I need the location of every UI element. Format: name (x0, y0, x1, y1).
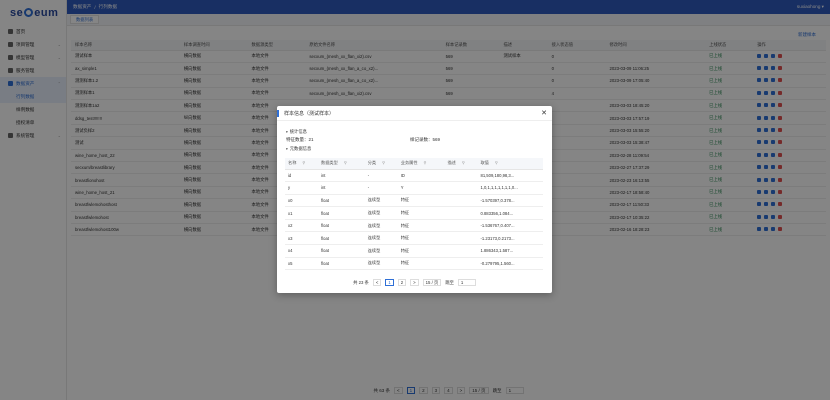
modal-header: 样本信息（测试样本） ✕ (277, 106, 552, 121)
meta-cell (444, 219, 478, 233)
meta-cell: x0 (285, 194, 319, 208)
meta-cell: x2 (285, 219, 319, 233)
meta-cell: 1.886343,1.587... (477, 244, 543, 258)
meta-cell: float (318, 244, 365, 258)
meta-row: x1 float 连续型 特征 0.883356,1.084... (285, 206, 543, 220)
meta-row: id int - ID 81,509,180,98,3... (285, 169, 543, 183)
modal-total-count: 共 23 条 (353, 279, 369, 285)
meta-cell: id (285, 169, 319, 183)
meta-cell: 连续型 (364, 219, 398, 233)
meta-row: y int - Y 1,0,1,1,1,1,1,1,1,0... (285, 181, 543, 195)
record-count: 样记录数：569 (410, 137, 441, 142)
meta-column-header[interactable]: 业务属性 ⚲ (397, 158, 445, 170)
meta-column-header[interactable]: 取值 ⚲ (477, 158, 543, 170)
meta-cell (444, 257, 478, 271)
meta-column-label: 数据类型 (321, 160, 338, 166)
meta-column-header[interactable]: 数据类型 ⚲ (318, 158, 365, 170)
modal-goto-input[interactable]: 1 (457, 279, 476, 286)
modal-page-size-select[interactable]: 15 / 页 (422, 279, 442, 286)
meta-cell: int (318, 181, 365, 195)
meta-cell: -1.23173,0.2173... (477, 231, 543, 246)
caret-down-icon: ▾ (286, 147, 288, 151)
search-icon[interactable]: ⚲ (424, 160, 427, 165)
meta-cell: float (318, 231, 365, 246)
meta-row: x4 float 连续型 特征 1.886343,1.587... (285, 244, 543, 258)
meta-cell (444, 244, 478, 258)
meta-cell: -1.536767,0.407... (477, 219, 543, 233)
modal-pagination: 共 23 条 < 1 2 > 15 / 页 跳至 1 (277, 279, 552, 286)
meta-column-header[interactable]: 描述 ⚲ (444, 158, 478, 170)
meta-cell: float (318, 257, 365, 271)
modal-next-page-button[interactable]: > (410, 279, 419, 286)
meta-cell: 1,0,1,1,1,1,1,1,1,0... (477, 181, 543, 195)
meta-row: x5 float 连续型 特征 -0.279795,1.560... (285, 257, 543, 271)
meta-cell: - (364, 169, 398, 183)
search-icon[interactable]: ⚲ (344, 160, 347, 165)
meta-column-header[interactable]: 分类 ⚲ (364, 158, 398, 170)
meta-cell: int (318, 169, 365, 183)
meta-row: x0 float 连续型 特征 -1.570397,0.378... (285, 194, 543, 208)
meta-cell: Y (397, 181, 445, 195)
meta-cell (444, 231, 478, 246)
meta-cell: 连续型 (364, 257, 398, 271)
search-icon[interactable]: ⚲ (495, 160, 498, 165)
meta-cell: float (318, 194, 365, 208)
meta-cell: 连续型 (364, 231, 398, 246)
meta-cell (444, 194, 478, 208)
meta-column-label: 描述 (447, 160, 456, 166)
meta-column-label: 分类 (367, 160, 377, 166)
meta-column-header[interactable]: 名称 ⚲ (285, 158, 319, 170)
meta-row: x2 float 连续型 特征 -1.536767,0.407... (285, 219, 543, 233)
meta-cell: 0.883356,1.084... (477, 206, 543, 220)
close-icon[interactable]: ✕ (541, 109, 547, 117)
meta-section-header[interactable]: ▾ 元数据信息 (286, 146, 552, 152)
meta-cell: x1 (285, 206, 319, 220)
meta-cell: 特征 (397, 244, 445, 258)
meta-cell: 81,509,180,98,3... (477, 169, 543, 183)
meta-column-label: 取值 (480, 160, 489, 166)
meta-cell: x3 (285, 231, 319, 246)
meta-column-label: 名称 (288, 160, 297, 166)
modal-page-1[interactable]: 1 (385, 279, 394, 286)
meta-cell: 特征 (397, 257, 445, 271)
meta-cell: ID (397, 169, 445, 183)
meta-cell: 特征 (397, 231, 445, 246)
search-icon[interactable]: ⚲ (462, 160, 465, 165)
caret-down-icon: ▾ (286, 130, 288, 134)
meta-cell: float (318, 206, 365, 220)
search-icon[interactable]: ⚲ (302, 160, 305, 165)
modal-prev-page-button[interactable]: < (372, 279, 382, 286)
section-label: 统计信息 (289, 129, 307, 134)
modal-title: 样本信息（测试样本） (284, 110, 335, 117)
sample-info-modal: 样本信息（测试样本） ✕ ▾ 统计信息 特征数量：21 样记录数：569 ▾ 元数据… (277, 106, 552, 293)
meta-cell: x5 (285, 257, 319, 271)
meta-cell: -0.279795,1.560... (477, 257, 543, 271)
meta-cell: float (318, 219, 365, 233)
meta-row: x3 float 连续型 特征 -1.23173,0.2173... (285, 231, 543, 246)
meta-cell: 连续型 (364, 244, 398, 258)
meta-cell: x4 (285, 244, 319, 258)
meta-cell: -1.570397,0.378... (477, 194, 543, 208)
meta-cell: 特征 (397, 194, 445, 208)
meta-cell: 特征 (397, 219, 445, 233)
meta-cell (444, 169, 478, 183)
stats-row: 特征数量：21 样记录数：569 (286, 137, 552, 143)
meta-cell: 连续型 (364, 194, 398, 208)
meta-cell: 连续型 (364, 206, 398, 220)
search-icon[interactable]: ⚲ (382, 160, 385, 165)
feature-count: 特征数量：21 (286, 137, 314, 142)
meta-cell: - (364, 181, 398, 195)
meta-cell (444, 181, 478, 195)
metadata-table: 名称 ⚲ 数据类型 ⚲ 分类 ⚲ 业务属性 ⚲ 描述 ⚲ 取值 ⚲ id int - ID 81,509,18… (285, 158, 543, 271)
modal-goto-label: 跳至 (445, 279, 454, 285)
modal-page-2[interactable]: 2 (397, 279, 407, 286)
meta-cell: y (285, 181, 319, 195)
section-label: 元数据信息 (289, 146, 312, 151)
meta-cell: 特征 (397, 206, 445, 220)
meta-column-label: 业务属性 (400, 160, 418, 166)
meta-cell (444, 206, 478, 220)
stats-section-header[interactable]: ▾ 统计信息 (286, 129, 552, 135)
